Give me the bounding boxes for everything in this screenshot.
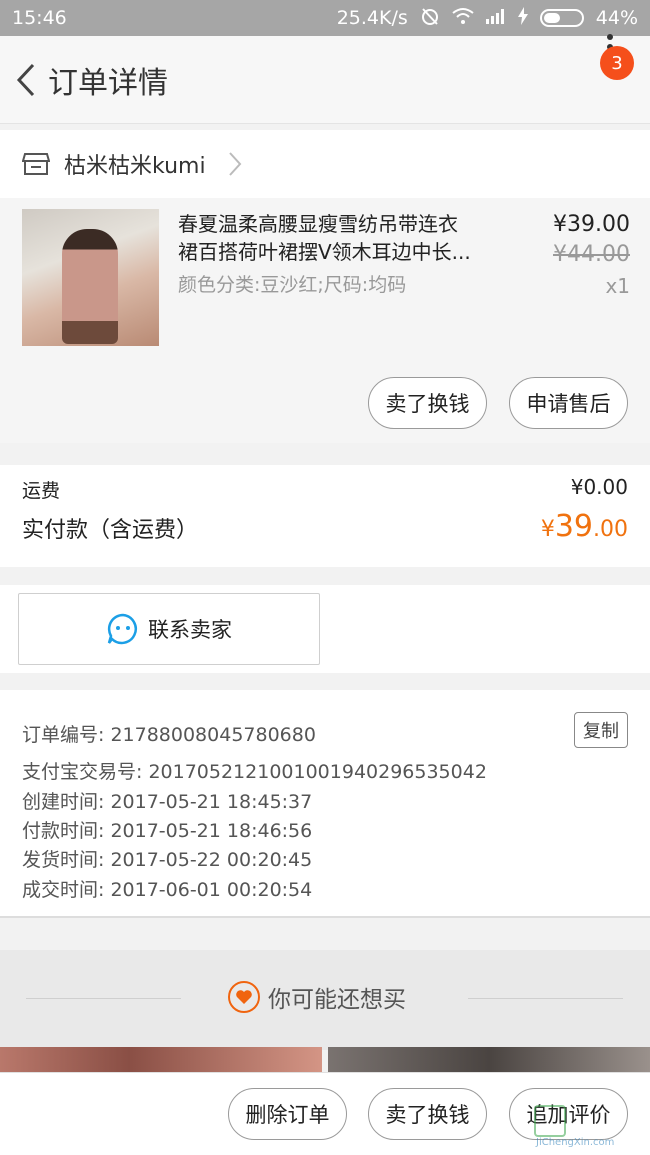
wifi-icon [452,7,474,30]
bottom-sell-button[interactable]: 卖了换钱 [368,1088,487,1140]
chat-bubble-icon [107,613,137,645]
signal-icon [485,7,506,29]
alarm-off-icon [420,6,440,31]
battery-icon [539,9,584,27]
paid-time: 付款时间: 2017-05-21 18:46:56 [22,820,313,842]
status-time: 15:46 [12,7,67,29]
product-item[interactable]: 春夏温柔高腰显瘦雪纺吊带连衣 裙百搭荷叶裙摆V领木耳边中长... 颜色分类:豆沙… [0,198,650,443]
shop-row[interactable]: 枯米枯米kumi [0,130,650,198]
sell-item-button[interactable]: 卖了换钱 [368,377,487,429]
delete-order-button[interactable]: 删除订单 [228,1088,347,1140]
shipping-label: 运费 [22,480,61,502]
after-sale-button[interactable]: 申请售后 [509,377,628,429]
watermark-logo: JiChengXin.com [534,1105,644,1149]
shipped-time: 发货时间: 2017-05-22 00:20:45 [22,849,313,871]
heart-icon [228,981,260,1013]
paid-amount: ¥39.00 [540,509,628,544]
chevron-right-icon [228,152,241,176]
shipping-value: ¥0.00 [570,475,628,499]
contact-seller-label: 联系卖家 [148,618,232,642]
product-quantity: x1 [605,274,630,298]
completed-time: 成交时间: 2017-06-01 00:20:54 [22,879,313,901]
back-button[interactable] [6,60,46,100]
charging-icon [517,6,528,30]
network-speed: 25.4K/s [336,7,408,29]
shop-name: 枯米枯米kumi [64,154,206,179]
contact-seller-button[interactable]: 联系卖家 [18,593,320,665]
recommend-title: 你可能还想买 [228,980,406,1014]
status-bar: 15:46 25.4K/s 44% [0,0,650,36]
divider-right [468,998,623,999]
product-original-price: ¥44.00 [553,242,630,267]
paid-label: 实付款（含运费） [22,518,199,543]
fee-summary: 运费 ¥0.00 实付款（含运费） ¥39.00 [0,465,650,567]
shop-icon [22,153,50,175]
created-time: 创建时间: 2017-05-21 18:45:37 [22,791,313,813]
product-thumbnail[interactable] [22,209,159,346]
product-price: ¥39.00 [553,212,630,237]
order-number: 订单编号: 21788008045780680 [22,724,316,746]
order-info: 订单编号: 21788008045780680 复制 支付宝交易号: 20170… [0,690,650,918]
notification-badge: 3 [600,46,634,80]
divider-left [26,998,181,999]
page-title: 订单详情 [48,65,168,101]
bottom-action-bar: 删除订单 卖了换钱 追加评价 JiChengXin.com [0,1072,650,1155]
back-arrow-icon [16,63,35,96]
battery-percent: 44% [595,7,638,29]
product-title: 春夏温柔高腰显瘦雪纺吊带连衣 裙百搭荷叶裙摆V领木耳边中长... [178,212,471,264]
copy-button[interactable]: 复制 [574,712,628,748]
alipay-transaction-number: 支付宝交易号: 2017052121001001940296535042 [22,761,487,783]
product-spec: 颜色分类:豆沙红;尺码:均码 [178,274,407,296]
recommend-header: 你可能还想买 [0,950,650,1050]
contact-section: 联系卖家 [0,585,650,673]
nav-bar: 订单详情 [0,36,650,124]
